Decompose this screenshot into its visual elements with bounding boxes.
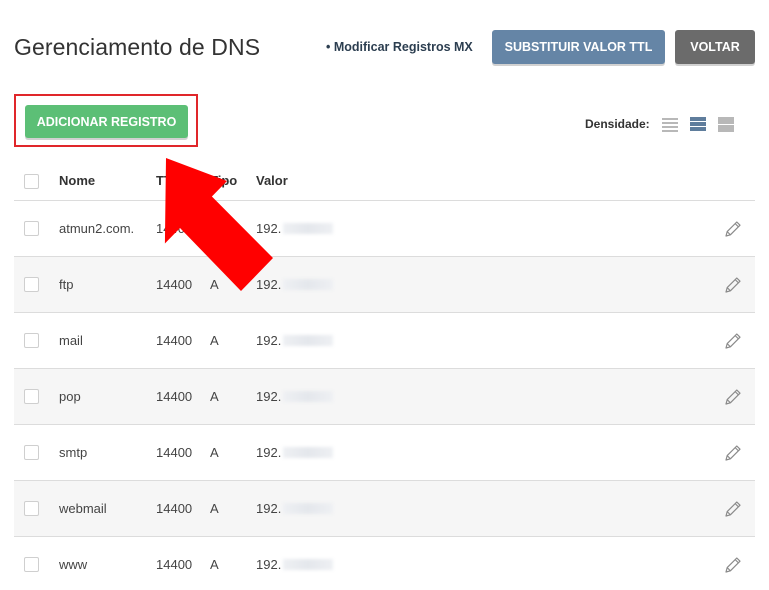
record-type: A [210, 221, 219, 236]
row-checkbox[interactable] [24, 221, 39, 236]
row-checkbox[interactable] [24, 445, 39, 460]
row-checkbox[interactable] [24, 501, 39, 516]
table-row: atmun2.com. 14400 A 192. [14, 201, 755, 257]
record-ttl: 14400 [156, 221, 193, 236]
record-value-text: 192. [256, 277, 282, 292]
density-comfortable-icon[interactable] [718, 116, 734, 132]
redacted-value [283, 559, 334, 570]
redacted-value [283, 279, 334, 290]
redacted-value [283, 447, 334, 458]
record-ttl: 14400 [156, 277, 193, 292]
row-checkbox[interactable] [24, 277, 39, 292]
record-type: A [210, 557, 219, 572]
record-name: smtp [59, 445, 88, 460]
record-type: A [210, 445, 219, 460]
record-name: ftp [59, 277, 74, 292]
edit-pencil-icon[interactable] [723, 555, 743, 575]
edit-pencil-icon[interactable] [723, 219, 743, 239]
record-value-text: 192. [256, 445, 282, 460]
record-value-text: 192. [256, 557, 282, 572]
density-normal-icon[interactable] [690, 116, 706, 132]
record-value: 192. [256, 221, 334, 236]
back-button[interactable]: VOLTAR [675, 30, 755, 64]
table-row: mail 14400 A 192. [14, 313, 755, 369]
column-header-value[interactable]: Valor [256, 173, 288, 188]
record-type: A [210, 501, 219, 516]
modify-mx-records-link[interactable]: • Modificar Registros MX [326, 40, 473, 54]
row-checkbox[interactable] [24, 557, 39, 572]
record-name: mail [59, 333, 83, 348]
table-row: smtp 14400 A 192. [14, 425, 755, 481]
column-header-ttl[interactable]: TTL [156, 173, 180, 188]
record-value: 192. [256, 277, 334, 292]
column-header-name[interactable]: Nome [59, 173, 95, 188]
record-type: A [210, 389, 219, 404]
record-value-text: 192. [256, 501, 282, 516]
redacted-value [283, 223, 334, 234]
record-value: 192. [256, 333, 334, 348]
add-record-button[interactable]: ADICIONAR REGISTRO [25, 105, 188, 138]
row-checkbox[interactable] [24, 389, 39, 404]
record-name: webmail [59, 501, 107, 516]
record-ttl: 14400 [156, 557, 193, 572]
row-checkbox[interactable] [24, 333, 39, 348]
record-name: pop [59, 389, 81, 404]
column-header-type[interactable]: Tipo [210, 173, 237, 188]
table-row: webmail 14400 A 192. [14, 481, 755, 537]
record-ttl: 14400 [156, 333, 193, 348]
table-row: pop 14400 A 192. [14, 369, 755, 425]
record-value: 192. [256, 445, 334, 460]
table-header: Nome TTL Tipo Valor [14, 160, 755, 201]
edit-pencil-icon[interactable] [723, 499, 743, 519]
select-all-checkbox[interactable] [24, 174, 39, 189]
table-row: www 14400 A 192. [14, 537, 755, 590]
record-value: 192. [256, 389, 334, 404]
density-label: Densidade: [585, 117, 650, 131]
redacted-value [283, 503, 334, 514]
edit-pencil-icon[interactable] [723, 387, 743, 407]
record-value: 192. [256, 557, 334, 572]
edit-pencil-icon[interactable] [723, 331, 743, 351]
record-value-text: 192. [256, 389, 282, 404]
table-row: ftp 14400 A 192. [14, 257, 755, 313]
record-value-text: 192. [256, 221, 282, 236]
density-compact-icon[interactable] [662, 116, 678, 132]
redacted-value [283, 391, 334, 402]
edit-pencil-icon[interactable] [723, 443, 743, 463]
record-type: A [210, 333, 219, 348]
record-ttl: 14400 [156, 389, 193, 404]
replace-ttl-button[interactable]: SUBSTITUIR VALOR TTL [492, 30, 665, 64]
record-value: 192. [256, 501, 334, 516]
record-name: atmun2.com. [59, 221, 135, 236]
dns-records-table: Nome TTL Tipo Valor atmun2.com. 14400 A 192… [14, 160, 755, 590]
record-ttl: 14400 [156, 501, 193, 516]
record-type: A [210, 277, 219, 292]
record-ttl: 14400 [156, 445, 193, 460]
page-title: Gerenciamento de DNS [14, 34, 261, 60]
redacted-value [283, 335, 334, 346]
record-value-text: 192. [256, 333, 282, 348]
record-name: www [59, 557, 88, 572]
edit-pencil-icon[interactable] [723, 275, 743, 295]
